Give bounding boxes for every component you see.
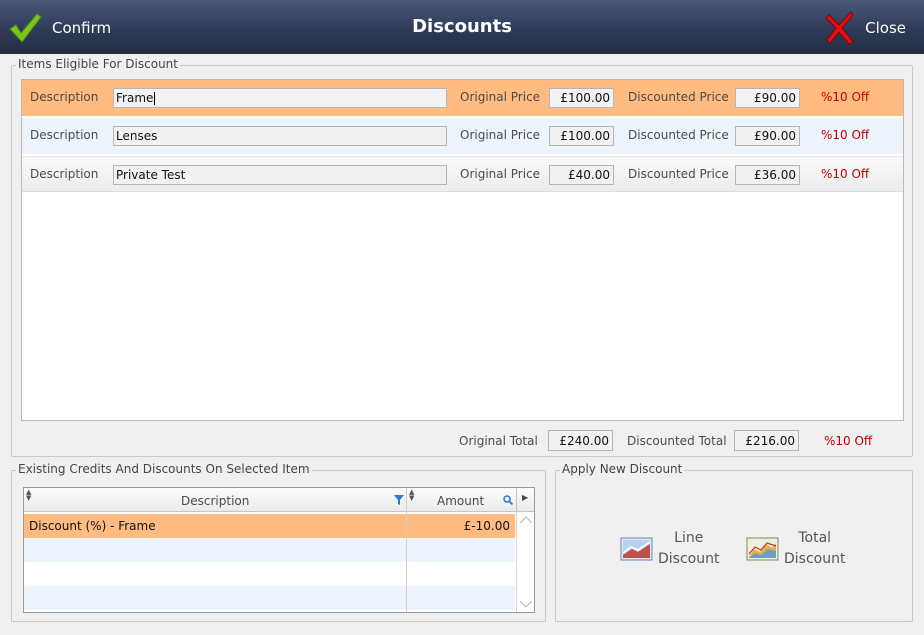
item-row[interactable]: Description Lenses Original Price £100.0… [22, 118, 903, 154]
percent-off-text: %10 Off [821, 167, 870, 181]
total-percent-off-text: %10 Off [824, 434, 873, 448]
line-discount-button[interactable]: Line Discount [620, 527, 719, 571]
original-price-label: Original Price [460, 90, 541, 104]
table-row[interactable]: Discount (%) - Frame £-10.00 [24, 514, 515, 538]
apply-new-discount-group: Apply New Discount Line Discount Total D… [555, 462, 913, 622]
percent-off-text: %10 Off [821, 90, 870, 104]
percent-off-text: %10 Off [821, 128, 870, 142]
discounted-price-field[interactable]: £36.00 [735, 165, 800, 185]
empty-row [24, 538, 515, 562]
discounted-price-label: Discounted Price [628, 90, 729, 104]
close-label: Close [865, 19, 906, 37]
filter-icon[interactable] [394, 495, 404, 505]
item-row[interactable]: Description Frame Original Price £100.00… [22, 80, 903, 116]
row-amount: £-10.00 [463, 519, 510, 533]
column-divider [406, 488, 407, 612]
item-row[interactable]: Description Private Test Original Price … [22, 156, 903, 192]
original-price-field[interactable]: £40.00 [549, 165, 614, 185]
discounted-total-field: £216.00 [734, 430, 799, 451]
column-chooser-button[interactable]: ▶ [516, 488, 534, 512]
total-discount-button[interactable]: Total Discount [746, 527, 845, 571]
description-label: Description [30, 90, 99, 104]
vertical-scrollbar[interactable] [516, 512, 534, 612]
chevron-right-icon: ▶ [522, 493, 529, 502]
description-field[interactable]: Private Test [113, 165, 447, 185]
empty-row [24, 586, 515, 610]
discounted-price-label: Discounted Price [628, 128, 729, 142]
area-chart-icon [746, 537, 779, 561]
totals-bar: Original Total £240.00 Discounted Total … [12, 430, 912, 452]
discounted-price-field[interactable]: £90.00 [735, 126, 800, 146]
original-price-field[interactable]: £100.00 [549, 88, 614, 108]
original-total-field: £240.00 [548, 430, 613, 451]
close-x-icon [825, 11, 854, 45]
original-price-label: Original Price [460, 128, 541, 142]
items-list: Description Frame Original Price £100.00… [21, 79, 904, 421]
line-chart-icon [620, 537, 653, 561]
total-discount-label: Total Discount [784, 530, 846, 567]
row-description: Discount (%) - Frame [29, 519, 156, 533]
discounted-price-field[interactable]: £90.00 [735, 88, 800, 108]
title-bar: Confirm Discounts Close [0, 0, 924, 54]
close-button[interactable]: Close [825, 8, 906, 48]
discounted-total-label: Discounted Total [627, 434, 727, 448]
sort-arrows-icon: ▲ ▼ [409, 488, 415, 502]
description-label: Description [30, 128, 99, 142]
empty-row [24, 562, 515, 586]
scroll-down-icon[interactable] [520, 601, 532, 608]
amount-column-header[interactable]: ▲ ▼ Amount [407, 488, 515, 512]
window-title: Discounts [412, 16, 512, 37]
description-field[interactable]: Frame [113, 88, 447, 108]
existing-credits-legend: Existing Credits And Discounts On Select… [16, 462, 312, 476]
sort-arrows-icon: ▲ ▼ [26, 488, 32, 502]
original-price-field[interactable]: £100.00 [549, 126, 614, 146]
description-column-header[interactable]: ▲ ▼ Description [24, 488, 406, 512]
apply-new-discount-legend: Apply New Discount [560, 462, 685, 476]
scroll-up-icon[interactable] [520, 516, 532, 523]
items-eligible-legend: Items Eligible For Discount [16, 57, 180, 71]
existing-credits-group: Existing Credits And Discounts On Select… [11, 462, 546, 622]
description-label: Description [30, 167, 99, 181]
original-price-label: Original Price [460, 167, 541, 181]
line-discount-label: Line Discount [658, 530, 720, 567]
discounted-price-label: Discounted Price [628, 167, 729, 181]
grid-header: ▲ ▼ Description ▲ ▼ Amount ▶ [24, 488, 534, 512]
search-icon[interactable] [503, 495, 513, 505]
credits-grid: ▲ ▼ Description ▲ ▼ Amount ▶ Discount (%) … [23, 487, 535, 613]
items-eligible-group: Items Eligible For Discount Description … [11, 57, 913, 457]
description-field[interactable]: Lenses [113, 126, 447, 146]
original-total-label: Original Total [459, 434, 538, 448]
